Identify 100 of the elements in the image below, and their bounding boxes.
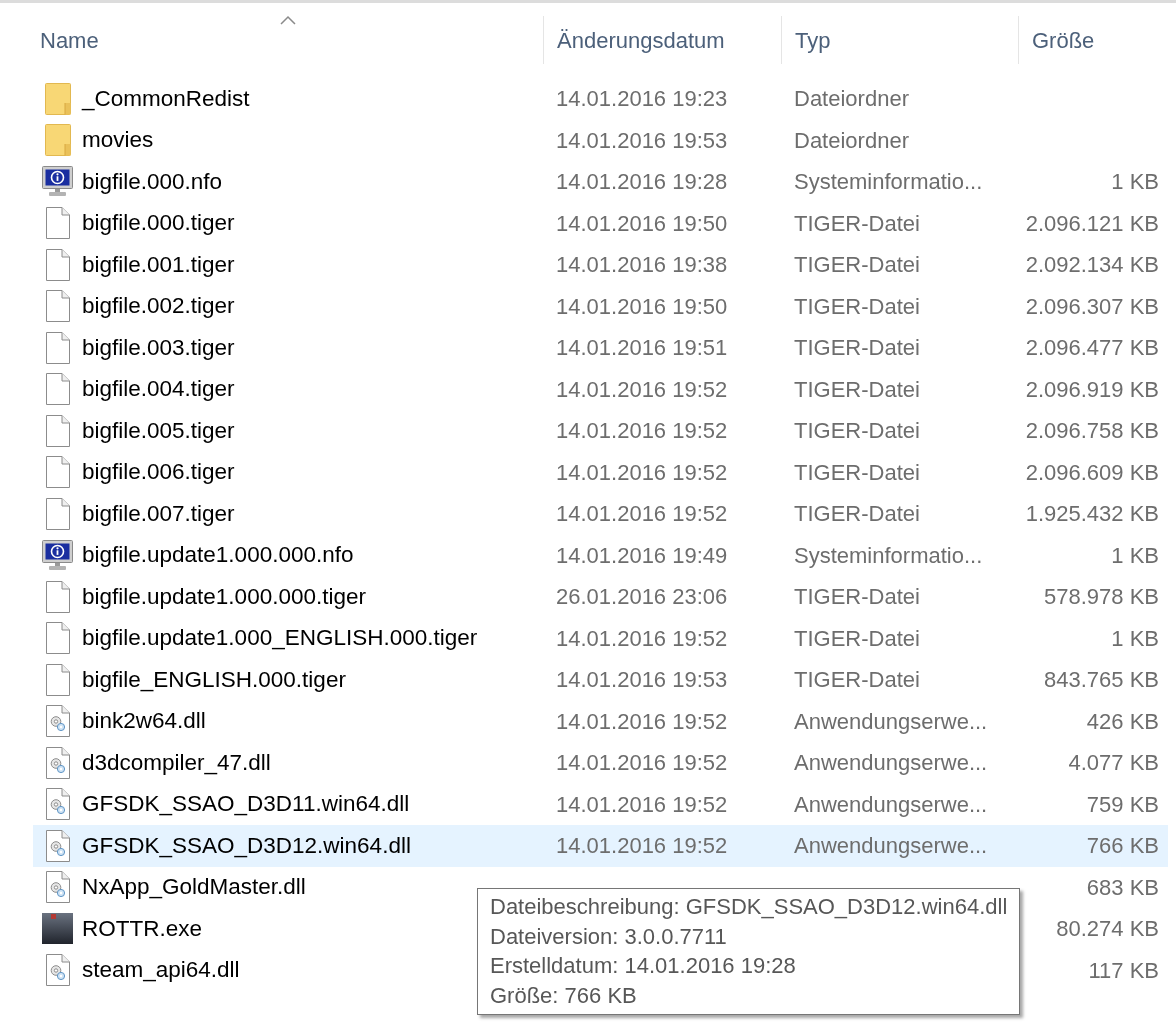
file-size: 683 KB <box>1086 873 1159 902</box>
modified-date: 14.01.2016 19:52 <box>556 832 728 861</box>
modified-date: 14.01.2016 19:52 <box>556 458 728 487</box>
file-type: TIGER-Datei <box>794 375 920 404</box>
gear-document-icon <box>45 871 70 904</box>
file-size: 426 KB <box>1086 707 1159 736</box>
file-name: bigfile.006.tiger <box>82 458 235 487</box>
file-name: ROTTR.exe <box>82 914 202 943</box>
file-name: GFSDK_SSAO_D3D12.win64.dll <box>82 831 411 860</box>
column-header[interactable]: Änderungsdatum <box>543 16 781 64</box>
file-name: movies <box>82 126 154 155</box>
document-icon <box>45 290 70 323</box>
tooltip-text: Dateibeschreibung: GFSDK_SSAO_D3D12.win64.dll <box>490 893 1008 921</box>
document-icon <box>45 207 70 240</box>
file-type: TIGER-Datei <box>794 209 920 238</box>
file-type: TIGER-Datei <box>794 251 920 280</box>
modified-date: 14.01.2016 19:38 <box>556 251 728 280</box>
file-size: 843.765 KB <box>1044 666 1159 695</box>
modified-date: 14.01.2016 19:52 <box>556 417 728 446</box>
file-size: 1 KB <box>1111 624 1159 653</box>
file-name: bigfile_ENGLISH.000.tiger <box>82 665 346 694</box>
file-size: 1.925.432 KB <box>1025 500 1159 529</box>
gear-document-icon <box>45 746 70 779</box>
modified-date: 14.01.2016 19:52 <box>556 500 728 529</box>
tooltip-text: Dateiversion: 3.0.0.7711 <box>490 922 728 951</box>
file-size: 759 KB <box>1086 790 1159 819</box>
modified-date: 26.01.2016 23:06 <box>556 583 728 612</box>
column-header[interactable]: Typ <box>781 16 1018 64</box>
file-type: Anwendungserwe... <box>794 832 988 861</box>
file-name: bigfile.000.nfo <box>82 167 223 196</box>
file-size: 4.077 KB <box>1068 749 1159 778</box>
file-type: TIGER-Datei <box>794 417 920 446</box>
file-type: TIGER-Datei <box>794 458 920 487</box>
file-type: Dateiordner <box>794 85 909 114</box>
file-size: 2.092.134 KB <box>1025 251 1159 280</box>
file-name: d3dcompiler_47.dll <box>82 748 271 777</box>
file-type: Systeminformatio... <box>794 541 983 570</box>
file-type: Anwendungserwe... <box>794 749 988 778</box>
file-name: steam_api64.dll <box>82 956 240 985</box>
gear-document-icon <box>45 705 70 738</box>
file-name: NxApp_GoldMaster.dll <box>82 873 306 902</box>
file-size: 2.096.919 KB <box>1025 375 1159 404</box>
file-type: Systeminformatio... <box>794 168 983 197</box>
document-icon <box>45 580 70 613</box>
document-icon <box>45 497 70 530</box>
file-size: 2.096.609 KB <box>1025 458 1159 487</box>
file-size: 2.096.121 KB <box>1025 209 1159 238</box>
picture-tile-icon <box>42 913 73 945</box>
modified-date: 14.01.2016 19:49 <box>556 541 728 570</box>
modified-date: 14.01.2016 19:52 <box>556 790 728 819</box>
modified-date: 14.01.2016 19:53 <box>556 666 728 695</box>
tooltip-text: Größe: 766 KB <box>490 981 638 1010</box>
file-type: TIGER-Datei <box>794 583 920 612</box>
file-size: 1 KB <box>1111 168 1159 197</box>
document-icon <box>45 456 70 489</box>
file-type: TIGER-Datei <box>794 666 920 695</box>
file-name: bigfile.007.tiger <box>82 499 235 528</box>
file-name: bigfile.update1.000.000.nfo <box>82 541 354 570</box>
file-type: Anwendungserwe... <box>794 707 988 736</box>
document-icon <box>45 622 70 655</box>
column-header[interactable]: Größe <box>1018 16 1168 64</box>
file-size: 80.274 KB <box>1056 915 1159 944</box>
gear-document-icon <box>45 829 70 862</box>
file-name: bigfile.000.tiger <box>82 209 235 238</box>
file-size: 2.096.307 KB <box>1025 292 1159 321</box>
selected-file-row[interactable]: GFSDK_SSAO_D3D12.win64.dll 14.01.2016 19:52 Anwendungserwe... 766 KB <box>33 825 1168 867</box>
file-type: Anwendungserwe... <box>794 790 988 819</box>
modified-date: 14.01.2016 19:52 <box>556 624 728 653</box>
info-monitor-icon <box>42 166 73 198</box>
column-header[interactable]: Name <box>33 16 543 64</box>
modified-date: 14.01.2016 19:28 <box>556 168 728 197</box>
folder-icon <box>44 82 71 115</box>
modified-date: 14.01.2016 19:51 <box>556 334 728 363</box>
document-icon <box>45 414 70 447</box>
file-type: TIGER-Datei <box>794 624 920 653</box>
document-icon <box>45 663 70 696</box>
modified-date: 14.01.2016 19:52 <box>556 749 728 778</box>
file-size: 578.978 KB <box>1044 583 1159 612</box>
file-size: 2.096.758 KB <box>1025 417 1159 446</box>
file-type: TIGER-Datei <box>794 500 920 529</box>
file-type: TIGER-Datei <box>794 334 920 363</box>
file-size: 766 KB <box>1086 832 1159 861</box>
file-size: 2.096.477 KB <box>1025 334 1159 363</box>
file-name: _CommonRedist <box>82 84 250 113</box>
modified-date: 14.01.2016 19:50 <box>556 292 728 321</box>
gear-document-icon <box>45 788 70 821</box>
info-monitor-icon <box>42 539 73 571</box>
file-name: bigfile.003.tiger <box>82 333 235 362</box>
file-name: GFSDK_SSAO_D3D11.win64.dll <box>82 790 410 819</box>
file-type: Dateiordner <box>794 126 909 155</box>
document-icon <box>45 373 70 406</box>
modified-date: 14.01.2016 19:53 <box>556 126 728 155</box>
file-name: bink2w64.dll <box>82 707 206 736</box>
file-name: bigfile.002.tiger <box>82 292 235 321</box>
tooltip-text: Erstelldatum: 14.01.2016 19:28 <box>490 952 797 980</box>
modified-date: 14.01.2016 19:52 <box>556 707 728 736</box>
modified-date: 14.01.2016 19:23 <box>556 85 728 114</box>
file-type: TIGER-Datei <box>794 292 920 321</box>
modified-date: 14.01.2016 19:52 <box>556 375 728 404</box>
file-name: bigfile.update1.000_ENGLISH.000.tiger <box>82 624 478 653</box>
